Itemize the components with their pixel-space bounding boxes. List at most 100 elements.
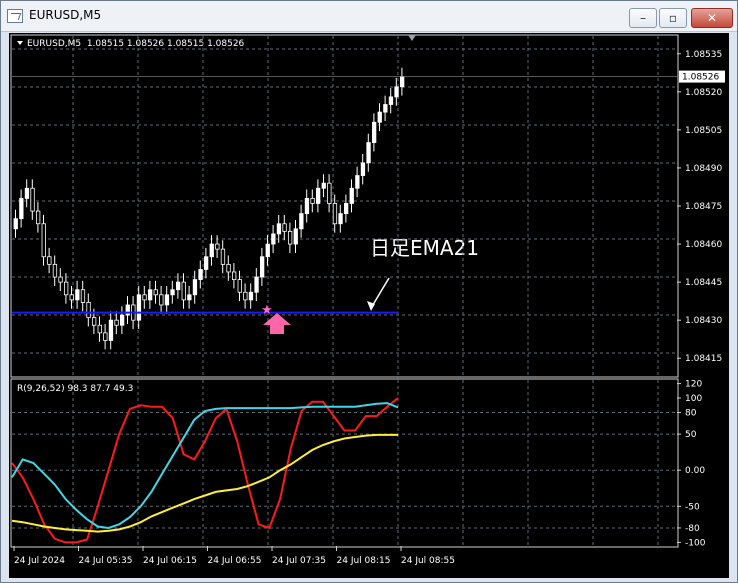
indicator-line bbox=[11, 402, 399, 530]
candle-body bbox=[181, 281, 186, 301]
star-icon: ★ bbox=[261, 303, 273, 318]
candle-body bbox=[80, 289, 86, 303]
candle-body bbox=[170, 289, 175, 296]
candle-body bbox=[153, 289, 158, 296]
candlestick-series bbox=[12, 67, 677, 350]
candle-body bbox=[175, 281, 181, 291]
candle-body bbox=[293, 228, 298, 245]
current-price-label: 1.08526 bbox=[682, 73, 719, 83]
price-tick-label: 1.08535 bbox=[685, 50, 722, 60]
buy-signal[interactable]: ★ bbox=[261, 303, 291, 334]
candle-body bbox=[114, 319, 119, 326]
maximize-icon: ▫ bbox=[668, 11, 678, 25]
candle-body bbox=[136, 294, 142, 321]
candle-body bbox=[69, 294, 74, 301]
indicator-line bbox=[11, 433, 398, 533]
candle-body bbox=[321, 182, 326, 189]
candle-body bbox=[371, 121, 377, 143]
candle-body bbox=[287, 230, 293, 245]
candle-body bbox=[399, 76, 405, 88]
indicator-tick-label: 100 bbox=[685, 394, 702, 404]
candle-body bbox=[276, 223, 282, 235]
indicator-tick-label: -100 bbox=[685, 538, 706, 548]
candle-body bbox=[315, 187, 321, 204]
candle-body bbox=[237, 279, 242, 293]
candle-body bbox=[259, 256, 265, 278]
time-label: 24 Jul 07:35 bbox=[272, 556, 326, 566]
indicator-label: R(9,26,52) 98.3 87.7 49.3 bbox=[17, 384, 133, 394]
candle-body bbox=[226, 263, 231, 273]
close-button[interactable]: ✕ bbox=[691, 8, 733, 28]
indicator-tick-label: 0.00 bbox=[685, 466, 705, 476]
candle-body bbox=[125, 304, 130, 316]
close-icon: ✕ bbox=[706, 11, 718, 25]
price-tick-label: 1.08445 bbox=[685, 278, 722, 288]
candle-body bbox=[231, 271, 237, 280]
candle-body bbox=[13, 218, 18, 230]
candle-body bbox=[47, 256, 52, 265]
candle-body bbox=[103, 332, 108, 341]
candle-body bbox=[388, 96, 394, 105]
candle-body bbox=[108, 319, 114, 341]
chart-grid bbox=[12, 36, 677, 546]
candle-body bbox=[366, 142, 371, 164]
price-tick-label: 1.08505 bbox=[685, 126, 722, 136]
candle-body bbox=[394, 86, 399, 98]
candle-body bbox=[248, 291, 254, 301]
candle-body bbox=[243, 291, 248, 301]
candle-body bbox=[220, 248, 226, 265]
chart-window-icon bbox=[7, 9, 23, 23]
candle-body bbox=[332, 203, 338, 225]
candle-body bbox=[282, 223, 287, 232]
price-tick-label: 1.08430 bbox=[685, 316, 722, 326]
window-title: EURUSD,M5 bbox=[29, 8, 102, 22]
title-bar[interactable]: EURUSD,M5 – ▫ ✕ bbox=[1, 1, 737, 32]
candle-body bbox=[203, 256, 209, 270]
candle-body bbox=[349, 187, 354, 204]
candle-body bbox=[52, 263, 58, 278]
candle-body bbox=[58, 276, 63, 283]
candle-body bbox=[142, 294, 147, 301]
candle-body bbox=[92, 317, 97, 326]
candle-body bbox=[377, 111, 382, 123]
maximize-button[interactable]: ▫ bbox=[659, 8, 687, 28]
time-label: 24 Jul 08:15 bbox=[337, 556, 391, 566]
candle-body bbox=[299, 213, 304, 230]
candle-body bbox=[30, 187, 35, 212]
chart-header-text: EURUSD,M5 1.08515 1.08526 1.08515 1.0852… bbox=[27, 39, 245, 49]
indicator-tick-label: 50 bbox=[685, 430, 697, 440]
chart-window: EURUSD,M5 – ▫ ✕ EURUSD,M5 1.08515 1.0852… bbox=[0, 0, 738, 583]
chart-area[interactable]: EURUSD,M5 1.08515 1.08526 1.08515 1.0852… bbox=[9, 33, 729, 578]
price-chart-svg[interactable]: EURUSD,M5 1.08515 1.08526 1.08515 1.0852… bbox=[9, 33, 729, 578]
time-label: 24 Jul 08:55 bbox=[401, 556, 455, 566]
time-axis: 24 Jul 2024 24 Jul 05:35 24 Jul 06:15 24 Ju… bbox=[13, 546, 455, 566]
candle-body bbox=[187, 294, 192, 301]
candle-body bbox=[75, 289, 80, 301]
candle-body bbox=[97, 324, 102, 334]
indicator-tick-label: 120 bbox=[685, 380, 702, 390]
shift-marker-icon[interactable] bbox=[408, 35, 416, 41]
price-tick-label: 1.08490 bbox=[685, 164, 722, 174]
indicator-tick-label: 80 bbox=[685, 408, 697, 418]
time-label: 24 Jul 2024 bbox=[14, 556, 65, 566]
candle-body bbox=[304, 197, 310, 215]
price-tick-label: 1.08415 bbox=[685, 354, 722, 364]
candle-body bbox=[383, 104, 388, 113]
candle-body bbox=[343, 203, 349, 215]
candle-body bbox=[86, 302, 91, 319]
candle-body bbox=[120, 314, 125, 326]
annotation-arrow-line bbox=[370, 277, 390, 309]
candle-body bbox=[41, 223, 46, 258]
candle-body bbox=[327, 182, 332, 204]
candle-body bbox=[64, 281, 69, 296]
price-tick-label: 1.08475 bbox=[685, 202, 722, 212]
candle-body bbox=[19, 197, 24, 220]
candle-body bbox=[209, 243, 214, 258]
candle-body bbox=[164, 294, 170, 306]
minimize-icon: – bbox=[640, 11, 646, 25]
candle-body bbox=[310, 197, 315, 204]
minimize-button[interactable]: – bbox=[629, 8, 657, 28]
candle-body bbox=[338, 213, 343, 225]
header-dropdown-icon[interactable] bbox=[17, 41, 23, 45]
candle-body bbox=[355, 175, 360, 189]
